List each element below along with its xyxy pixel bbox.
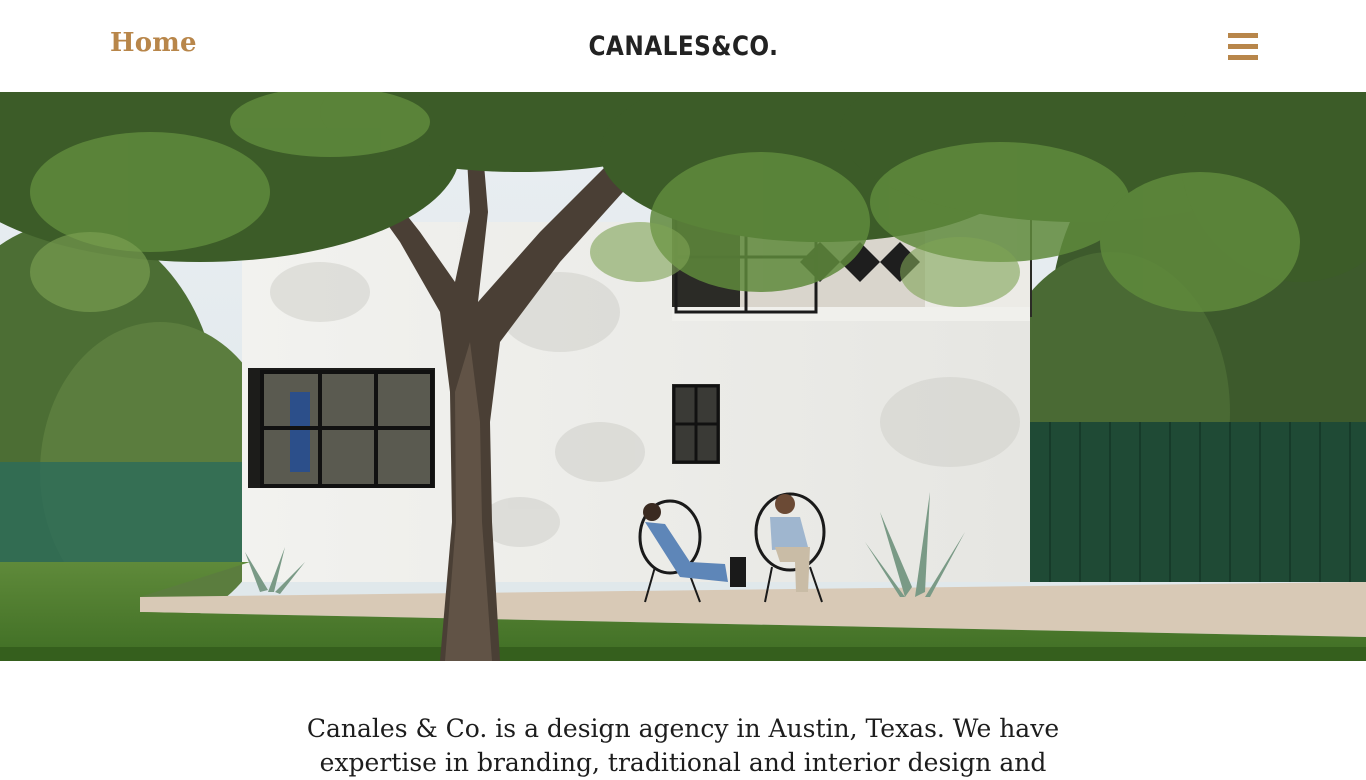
menu-bar — [1228, 33, 1258, 38]
intro-section: Canales & Co. is a design agency in Aust… — [0, 712, 1366, 780]
site-logo[interactable]: CANALES&CO. — [588, 28, 777, 64]
site-header: Home CANALES&CO. — [0, 0, 1366, 92]
logo-text: CANALES&CO. — [588, 30, 778, 62]
hero-image — [0, 92, 1366, 661]
hero-illustration — [0, 92, 1366, 661]
intro-text: Canales & Co. is a design agency in Aust… — [306, 714, 1060, 777]
menu-bar — [1228, 44, 1258, 49]
home-link[interactable]: Home — [110, 28, 197, 58]
menu-bar — [1228, 55, 1258, 60]
hamburger-menu-icon[interactable] — [1228, 33, 1258, 60]
